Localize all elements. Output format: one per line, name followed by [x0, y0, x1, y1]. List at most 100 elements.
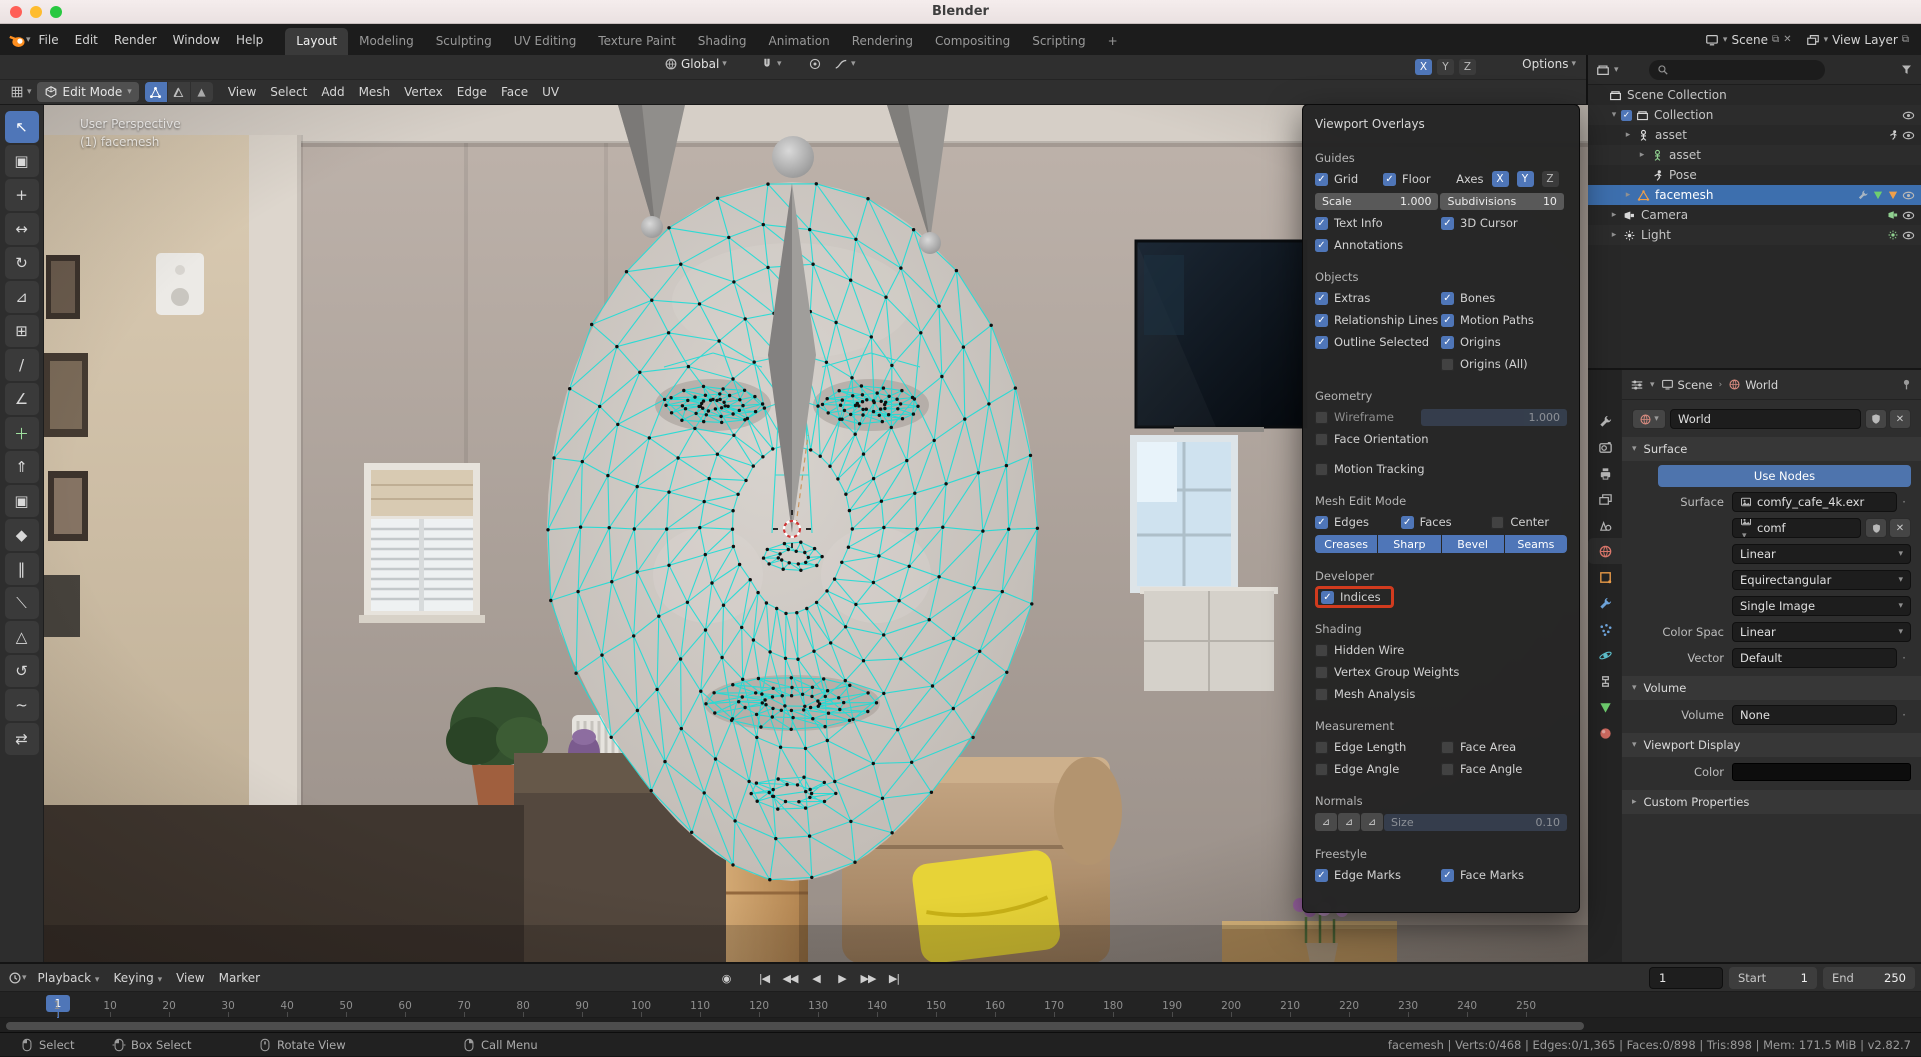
browse-world-button[interactable]: ▾: [1632, 409, 1666, 429]
color-swatch[interactable]: [1732, 763, 1911, 781]
properties-tab-output[interactable]: [1588, 460, 1622, 486]
jump-to-start-button[interactable]: |◀: [752, 967, 776, 989]
timeline-editor-icon[interactable]: [8, 971, 22, 985]
frame-end-field[interactable]: End 250: [1823, 967, 1915, 989]
checkbox-vertex-group-weights[interactable]: [1315, 666, 1328, 679]
tool-spin[interactable]: ↺: [5, 655, 39, 687]
checkbox-mesh-analysis[interactable]: [1315, 688, 1328, 701]
image-unlink-button[interactable]: ✕: [1889, 518, 1911, 538]
viewport-menu-edge[interactable]: Edge: [450, 85, 494, 99]
timeline-scrollbar[interactable]: [6, 1022, 1584, 1030]
normal-face-icon[interactable]: ⊿: [1338, 813, 1360, 831]
workspace-tab-layout[interactable]: Layout: [285, 28, 348, 55]
checkbox-faces[interactable]: ✓: [1401, 516, 1414, 529]
animate-dot-button[interactable]: ·: [1897, 708, 1911, 722]
overlay-button-creases[interactable]: Creases: [1315, 535, 1377, 553]
checkbox-face-area[interactable]: [1441, 741, 1454, 754]
section-custom-properties[interactable]: ▸Custom Properties: [1622, 790, 1921, 814]
frame-start-field[interactable]: Start 1: [1729, 967, 1817, 989]
properties-tab-data[interactable]: [1588, 694, 1622, 720]
prop-field-equirectangular[interactable]: Equirectangular▾: [1732, 570, 1911, 590]
tool-measure[interactable]: ∠: [5, 383, 39, 415]
properties-editor-icon[interactable]: [1630, 378, 1644, 392]
mirror-axis-z[interactable]: Z: [1459, 59, 1476, 75]
checkbox-edge-length[interactable]: [1315, 741, 1328, 754]
falloff-dropdown[interactable]: ▾: [834, 57, 856, 71]
checkbox-motion-paths[interactable]: ✓: [1441, 314, 1454, 327]
tool-transform[interactable]: ⊞: [5, 315, 39, 347]
mode-dropdown[interactable]: Edit Mode ▾: [37, 82, 139, 102]
checkbox-edge-marks[interactable]: ✓: [1315, 869, 1328, 882]
checkbox-motion-tracking[interactable]: [1315, 463, 1328, 476]
overlay-button-bevel[interactable]: Bevel: [1442, 535, 1504, 553]
checkbox-origins-all-[interactable]: [1441, 358, 1454, 371]
viewport-menu-view[interactable]: View: [221, 85, 263, 99]
checkbox-face-orientation[interactable]: [1315, 433, 1328, 446]
checkbox-3d-cursor[interactable]: ✓: [1441, 217, 1454, 230]
section-volume[interactable]: ▾Volume: [1622, 676, 1921, 700]
image-fake-user-button[interactable]: [1865, 518, 1887, 538]
timeline-ruler[interactable]: 1 11020304050607080901001101201301401501…: [0, 992, 1921, 1018]
normal-split-icon[interactable]: ⊿: [1361, 813, 1383, 831]
workspace-tab-uv-editing[interactable]: UV Editing: [503, 28, 588, 55]
checkbox-hidden-wire[interactable]: [1315, 644, 1328, 657]
mirror-axis-y[interactable]: Y: [1437, 59, 1454, 75]
properties-tab-material[interactable]: [1588, 720, 1622, 746]
breadcrumb-scene[interactable]: Scene: [1661, 378, 1713, 392]
prev-keyframe-button[interactable]: ◀◀: [778, 967, 802, 989]
overlay-wireframe-slider[interactable]: 1.000: [1421, 409, 1567, 426]
checkbox-center[interactable]: [1491, 516, 1504, 529]
visibility-eye-icon[interactable]: [1902, 229, 1915, 242]
scene-copy-icon[interactable]: ⧉: [1772, 34, 1779, 45]
use-nodes-button[interactable]: Use Nodes: [1658, 465, 1911, 487]
editor-type-button[interactable]: [6, 82, 27, 102]
tool-bevel[interactable]: ◆: [5, 519, 39, 551]
outliner-row-collection[interactable]: ▾✓Collection: [1588, 105, 1921, 125]
checkbox-text-info[interactable]: ✓: [1315, 217, 1328, 230]
overlay-button-seams[interactable]: Seams: [1505, 535, 1567, 553]
timeline-menu-keying[interactable]: Keying ▾: [106, 971, 169, 985]
outliner-editor-icon[interactable]: [1596, 63, 1610, 77]
viewport-menu-mesh[interactable]: Mesh: [352, 85, 398, 99]
outliner-search-input[interactable]: [1673, 64, 1803, 76]
workspace-tab-texture-paint[interactable]: Texture Paint: [587, 28, 686, 55]
workspace-tab-sculpting[interactable]: Sculpting: [425, 28, 503, 55]
outliner-row-facemesh[interactable]: ▸facemesh: [1588, 185, 1921, 205]
expand-right-icon[interactable]: ▸: [1608, 210, 1620, 220]
topbar-menu-file[interactable]: File: [31, 29, 67, 51]
tool-extrude[interactable]: ⇑: [5, 451, 39, 483]
outliner-row-camera[interactable]: ▸Camera: [1588, 205, 1921, 225]
collection-checkbox[interactable]: ✓: [1621, 109, 1632, 120]
checkbox-annotations[interactable]: ✓: [1315, 239, 1328, 252]
workspace-tab-shading[interactable]: Shading: [687, 28, 758, 55]
prop-field-comfy-cafe-4k-exr[interactable]: comfy_cafe_4k.exr: [1732, 492, 1897, 512]
expand-right-icon[interactable]: ▸: [1608, 230, 1620, 240]
overlay-button-sharp[interactable]: Sharp: [1378, 535, 1440, 553]
properties-tab-tool[interactable]: [1588, 408, 1622, 434]
tool-select-box[interactable]: ▣: [5, 145, 39, 177]
add-workspace-button[interactable]: +: [1097, 28, 1129, 55]
scene-unlink-icon[interactable]: ✕: [1783, 34, 1791, 45]
transform-orientation-dropdown[interactable]: Global ▾: [664, 57, 727, 71]
tool-poly-build[interactable]: △: [5, 621, 39, 653]
world-name-field[interactable]: World: [1670, 409, 1861, 429]
checkbox-face-marks[interactable]: ✓: [1441, 869, 1454, 882]
visibility-eye-icon[interactable]: [1902, 189, 1915, 202]
face-select-button[interactable]: [191, 82, 213, 102]
outliner-row-scene-collection[interactable]: Scene Collection: [1588, 85, 1921, 105]
scene-selector[interactable]: ▾ Scene ⧉ ✕: [1705, 33, 1792, 47]
timeline-menu-marker[interactable]: Marker: [212, 971, 267, 985]
prop-field-none[interactable]: None: [1732, 705, 1897, 725]
checkbox-edges[interactable]: ✓: [1315, 516, 1328, 529]
checkbox-face-angle[interactable]: [1441, 763, 1454, 776]
properties-tab-render[interactable]: [1588, 434, 1622, 460]
tool-move[interactable]: ↔: [5, 213, 39, 245]
tool-smooth[interactable]: ~: [5, 689, 39, 721]
axes-toggle-x[interactable]: X: [1492, 171, 1509, 187]
viewport-menu-add[interactable]: Add: [314, 85, 351, 99]
workspace-tab-compositing[interactable]: Compositing: [924, 28, 1021, 55]
tool-add-cube[interactable]: ＋: [5, 417, 39, 449]
view-layer-copy-icon[interactable]: ⧉: [1902, 34, 1909, 45]
blender-logo-icon[interactable]: [8, 31, 26, 49]
tool-knife[interactable]: ⟍: [5, 587, 39, 619]
